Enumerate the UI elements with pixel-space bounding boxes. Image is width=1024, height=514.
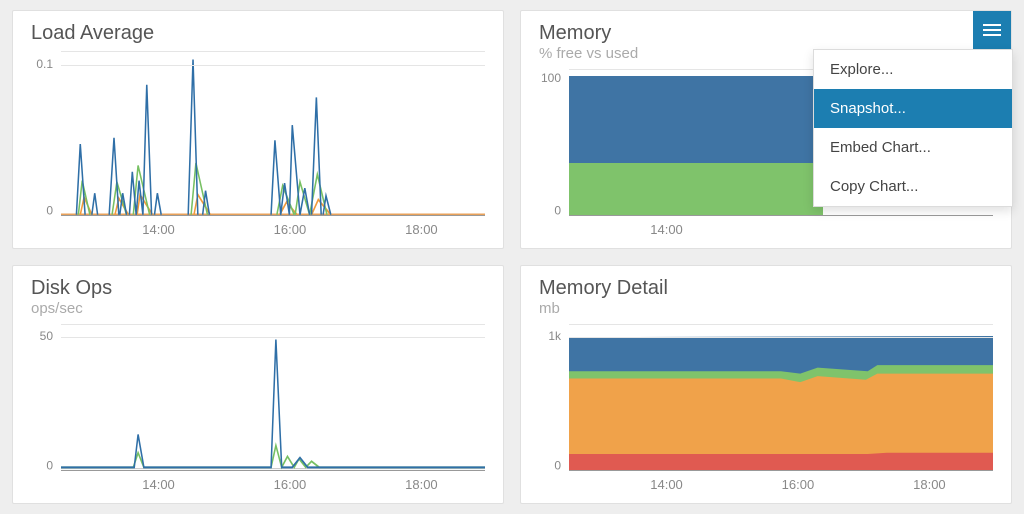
y-tick: 50 bbox=[40, 329, 53, 343]
y-axis: 100 0 bbox=[525, 69, 565, 216]
baseline bbox=[61, 215, 485, 216]
x-tick: 14:00 bbox=[142, 477, 175, 492]
line-chart-svg bbox=[61, 325, 485, 471]
panel-header: Memory Detail mb bbox=[525, 276, 997, 318]
gridline bbox=[61, 65, 485, 66]
y-tick: 0.1 bbox=[36, 57, 53, 71]
x-axis: 14:00 16:00 18:00 bbox=[569, 475, 993, 497]
line-chart-svg bbox=[61, 52, 485, 216]
x-tick: 18:00 bbox=[405, 222, 438, 237]
dashboard-grid: Load Average 0.1 0 bbox=[0, 0, 1024, 514]
x-tick: 14:00 bbox=[650, 477, 683, 492]
baseline bbox=[569, 470, 993, 471]
y-tick: 0 bbox=[46, 203, 53, 217]
panel-title: Memory Detail bbox=[539, 276, 997, 300]
chart-memory-detail[interactable]: 1k 0 14:00 16:00 bbox=[525, 324, 997, 497]
x-tick: 14:00 bbox=[650, 222, 683, 237]
panel-subtitle: ops/sec bbox=[31, 300, 489, 318]
panel-title: Memory bbox=[539, 21, 997, 45]
panel-disk-ops: Disk Ops ops/sec 50 0 14:00 bbox=[12, 265, 504, 504]
x-tick: 18:00 bbox=[405, 477, 438, 492]
menu-item-explore[interactable]: Explore... bbox=[814, 50, 1012, 89]
y-axis: 1k 0 bbox=[525, 324, 565, 471]
menu-item-embed[interactable]: Embed Chart... bbox=[814, 128, 1012, 167]
x-axis: 14:00 16:00 18:00 bbox=[61, 220, 485, 242]
panel-header: Load Average bbox=[17, 21, 489, 45]
baseline bbox=[569, 215, 993, 216]
x-tick: 16:00 bbox=[274, 222, 307, 237]
chart-menu-dropdown: Explore... Snapshot... Embed Chart... Co… bbox=[813, 49, 1013, 207]
menu-item-copy[interactable]: Copy Chart... bbox=[814, 167, 1012, 206]
panel-subtitle: mb bbox=[539, 300, 997, 318]
gridline bbox=[569, 337, 993, 338]
panel-memory-detail: Memory Detail mb 1k 0 bbox=[520, 265, 1012, 504]
y-axis: 0.1 0 bbox=[17, 51, 57, 216]
chart-load-average[interactable]: 0.1 0 14:00 16:00 bbox=[17, 51, 489, 242]
x-axis: 14:00 bbox=[569, 220, 993, 242]
hamburger-icon bbox=[983, 29, 1001, 31]
panel-load-average: Load Average 0.1 0 bbox=[12, 10, 504, 249]
gridline bbox=[61, 337, 485, 338]
y-axis: 50 0 bbox=[17, 324, 57, 471]
plot-area bbox=[569, 324, 993, 471]
chart-menu-button[interactable] bbox=[973, 11, 1011, 49]
y-tick: 0 bbox=[46, 458, 53, 472]
y-tick: 1k bbox=[548, 329, 561, 343]
y-tick: 0 bbox=[554, 458, 561, 472]
x-tick: 16:00 bbox=[782, 477, 815, 492]
plot-area bbox=[61, 324, 485, 471]
panel-memory: Memory % free vs used Explore... Snapsho… bbox=[520, 10, 1012, 249]
y-tick: 0 bbox=[554, 203, 561, 217]
area-layer-free bbox=[569, 76, 823, 164]
menu-item-snapshot[interactable]: Snapshot... bbox=[814, 89, 1012, 128]
panel-header: Disk Ops ops/sec bbox=[17, 276, 489, 318]
x-tick: 16:00 bbox=[274, 477, 307, 492]
x-tick: 18:00 bbox=[913, 477, 946, 492]
x-tick: 14:00 bbox=[142, 222, 175, 237]
panel-title: Load Average bbox=[31, 21, 489, 45]
chart-disk-ops[interactable]: 50 0 14:00 16:00 18:00 bbox=[17, 324, 489, 497]
area-layer-used bbox=[569, 163, 823, 216]
x-axis: 14:00 16:00 18:00 bbox=[61, 475, 485, 497]
y-tick: 100 bbox=[541, 71, 561, 85]
plot-area bbox=[61, 51, 485, 216]
stacked-area-svg bbox=[569, 325, 993, 471]
panel-title: Disk Ops bbox=[31, 276, 489, 300]
baseline bbox=[61, 470, 485, 471]
